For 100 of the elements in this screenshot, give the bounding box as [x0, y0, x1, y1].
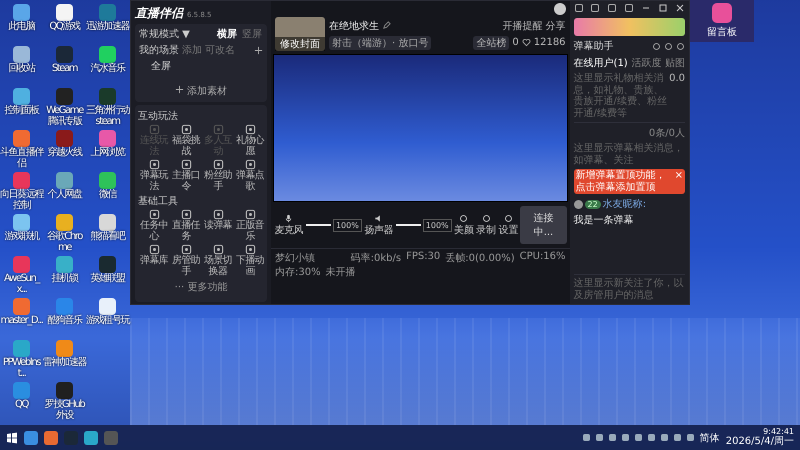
tool-button[interactable]: 直播任务: [170, 209, 202, 242]
icon-label[interactable]: QQ游戏: [43, 22, 86, 32]
tool-icon: [212, 159, 224, 170]
icon-label[interactable]: 挂机锁: [43, 274, 86, 284]
icon-label[interactable]: 斗鱼直播伴侣: [0, 148, 43, 169]
icon-label[interactable]: 谷歌Chrome: [43, 232, 86, 253]
icon-label[interactable]: Steam: [43, 64, 86, 74]
toolbar-icon[interactable]: [624, 3, 634, 13]
maximize-icon[interactable]: [658, 3, 668, 13]
widget-label[interactable]: 留言板: [707, 25, 737, 39]
category-tag[interactable]: 射击（端游）· 放口号: [329, 36, 432, 50]
icon-label[interactable]: 个人网盘: [43, 190, 86, 200]
gift-hint: 这里显示礼物相关消息，如礼物、贵族、贵族开通/续费、粉丝开通/续费等: [574, 73, 668, 119]
heart-icon: [522, 38, 531, 47]
icon-label[interactable]: AweSun_x...: [0, 274, 43, 295]
cloud-app-icon[interactable]: [24, 430, 38, 444]
connect-button[interactable]: 连接中...: [520, 206, 567, 244]
tool-button[interactable]: 场景切换器: [202, 244, 234, 277]
tool-button[interactable]: 下播动画: [234, 244, 266, 277]
icon-label[interactable]: 此电脑: [0, 22, 43, 32]
icon-label[interactable]: 三角洲行动steam: [86, 106, 129, 127]
icon-label[interactable]: 汽水音乐: [86, 64, 129, 74]
icon-label[interactable]: 游戏联机: [0, 232, 43, 242]
scene-item[interactable]: 全屏: [139, 59, 263, 73]
icon-label[interactable]: 微信: [86, 190, 129, 200]
tool-button[interactable]: 弹幕库: [138, 244, 170, 277]
cover-photo-placeholder[interactable]: 修改封面: [275, 17, 325, 51]
tool-button[interactable]: 粉丝助手: [202, 159, 234, 192]
scene-title: 我的场景: [139, 44, 179, 57]
icon-label[interactable]: 雷神加速器: [43, 358, 86, 368]
tool-button[interactable]: 弹幕点歌: [234, 159, 266, 192]
app-icon[interactable]: [13, 214, 30, 231]
icon-label[interactable]: 熊猫看吧: [86, 232, 129, 242]
clock-date[interactable]: 2026/5/4/周一: [726, 436, 794, 448]
remind-link[interactable]: 开播提醒: [502, 18, 543, 32]
tool-button[interactable]: 弹幕玩法: [138, 159, 170, 192]
plane-app-icon[interactable]: [44, 430, 58, 444]
app-icon[interactable]: [99, 298, 116, 315]
follow-hint: 这里显示新关注了你，以及房管用户的消息: [574, 278, 685, 301]
tip-close-button[interactable]: ×: [674, 170, 683, 181]
cover-label[interactable]: 修改封面: [275, 37, 325, 51]
mode-dropdown[interactable]: 常规模式 ▼: [139, 27, 190, 41]
microphone-icon[interactable]: [284, 214, 294, 222]
tip-text: 新增弹幕置顶功能，点击弹幕添加置顶: [576, 170, 667, 193]
icon-label[interactable]: PPWebInst...: [0, 358, 43, 379]
icon-label[interactable]: 回收站: [0, 64, 43, 74]
tool-icon: [244, 159, 256, 170]
panel-tab[interactable]: 在线用户(1): [574, 56, 628, 70]
tool-button[interactable]: 礼物心愿: [234, 124, 266, 157]
tool-button[interactable]: 主播口令: [170, 159, 202, 192]
rank-badge[interactable]: 全站榜: [473, 36, 510, 50]
panel-tab[interactable]: 活跃度: [631, 56, 662, 70]
tool-icon: [148, 159, 160, 170]
start-icon[interactable]: [6, 432, 18, 444]
toolbar-button[interactable]: 设置: [498, 214, 518, 236]
orientation-tab[interactable]: 横屏: [216, 27, 238, 41]
share-link[interactable]: 分享: [546, 18, 566, 32]
tool-button[interactable]: 福袋挑战: [170, 124, 202, 157]
danmu-message: 我是一条弹幕: [574, 214, 634, 227]
app-icon[interactable]: [13, 4, 30, 21]
tool-button[interactable]: 任务中心: [138, 209, 170, 242]
edit-icon[interactable]: [382, 21, 391, 30]
icon-label[interactable]: 控制面板: [0, 106, 43, 116]
icon-label[interactable]: 上网浏览: [86, 148, 129, 158]
avatar[interactable]: [554, 3, 566, 15]
icon-label[interactable]: QQ: [0, 400, 43, 410]
clock-time[interactable]: 9:42:41: [763, 427, 794, 436]
toolbar-icon[interactable]: [574, 3, 584, 13]
app-icon[interactable]: [13, 88, 30, 105]
toolbar-icon[interactable]: [607, 3, 618, 13]
app-icon[interactable]: [56, 4, 73, 21]
app-icon[interactable]: [13, 46, 30, 63]
plus-icon[interactable]: [254, 46, 263, 54]
input-method-indicator[interactable]: 简体: [700, 430, 720, 444]
toolbar-button[interactable]: 美颜: [454, 214, 474, 236]
icon-label[interactable]: 穿越火线: [43, 148, 86, 158]
icon-label[interactable]: master_D...: [0, 316, 43, 326]
close-icon[interactable]: [674, 3, 685, 13]
more-features-button[interactable]: ··· 更多功能: [168, 279, 234, 295]
icon-label[interactable]: 向日葵远程控制: [0, 190, 43, 211]
panel-tab[interactable]: 贴图: [665, 56, 685, 70]
message-board-icon[interactable]: [712, 3, 732, 23]
add-material-button[interactable]: 添加素材: [168, 83, 234, 99]
icon-label[interactable]: 英雄联盟: [86, 274, 129, 284]
icon-label[interactable]: 游戏租号玩: [86, 316, 129, 326]
icon-label[interactable]: 罗技GHub外设: [43, 400, 86, 421]
app-icon[interactable]: [56, 214, 73, 231]
icon-label[interactable]: 酷狗音乐: [43, 316, 86, 326]
user-name[interactable]: 水友昵称:: [602, 197, 646, 211]
swirl-app-icon[interactable]: [84, 430, 98, 444]
tool-icon: [244, 124, 256, 135]
tool-button[interactable]: 正版音乐: [234, 209, 266, 242]
app-icon[interactable]: [99, 214, 116, 231]
tool-button[interactable]: 房管助手: [170, 244, 202, 277]
icon-label[interactable]: 迅游加速器: [86, 22, 129, 32]
toolbar-button[interactable]: 录制: [476, 214, 496, 236]
tool-button[interactable]: 读弹幕: [202, 209, 234, 242]
app-icon[interactable]: [99, 46, 116, 63]
icon-label[interactable]: WeGame腾讯专版: [43, 106, 86, 127]
toolbar-icon[interactable]: [590, 3, 600, 13]
